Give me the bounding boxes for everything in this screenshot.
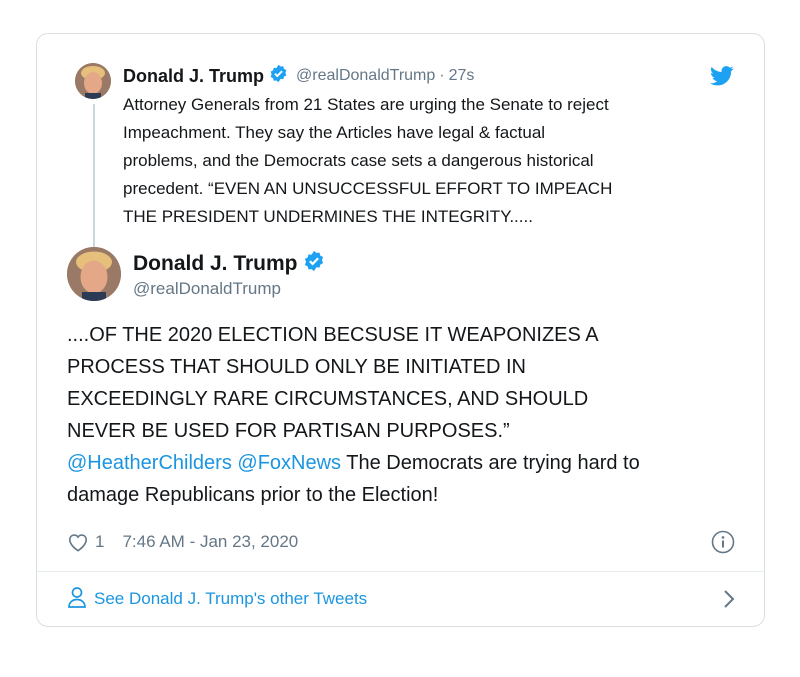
tweet-text-line: damage Republicans prior to the Election… xyxy=(67,484,439,506)
person-icon xyxy=(67,586,94,613)
tweet-text-line: PROCESS THAT SHOULD ONLY BE INITIATED IN xyxy=(67,356,526,378)
embedded-tweet-card: Donald J. Trump @realDonaldTrump · 27s A… xyxy=(36,33,765,627)
quoted-tweet-header: Donald J. Trump @realDonaldTrump · 27s xyxy=(123,64,474,88)
tweet-text-line: NEVER BE USED FOR PARTISAN PURPOSES.” xyxy=(67,420,510,442)
heart-icon[interactable] xyxy=(67,532,89,552)
tweet-text-line: EXCEEDINGLY RARE CIRCUMSTANCES, AND SHOU… xyxy=(67,388,589,410)
author-handle[interactable]: @realDonaldTrump xyxy=(133,279,281,299)
verified-badge-icon xyxy=(269,64,288,88)
thread-connector-line xyxy=(93,104,95,266)
quoted-author-handle[interactable]: @realDonaldTrump xyxy=(296,67,435,85)
chevron-right-icon[interactable] xyxy=(723,589,735,609)
quoted-text-line: precedent. “EVEN AN UNSUCCESSFUL EFFORT … xyxy=(123,179,613,198)
author-avatar[interactable] xyxy=(67,247,121,301)
tweet-meta-row: 1 7:46 AM - Jan 23, 2020 xyxy=(67,530,735,554)
quoted-author-name[interactable]: Donald J. Trump xyxy=(123,66,264,87)
info-icon[interactable] xyxy=(711,530,735,554)
footer-divider xyxy=(37,571,764,572)
quoted-tweet-time[interactable]: 27s xyxy=(449,67,475,85)
tweet-timestamp[interactable]: 7:46 AM - Jan 23, 2020 xyxy=(122,532,298,552)
like-count[interactable]: 1 xyxy=(95,532,104,552)
tweet-text-line: ....OF THE 2020 ELECTION BECSUSE IT WEAP… xyxy=(67,324,599,346)
quoted-avatar[interactable] xyxy=(75,63,111,99)
quoted-text-line: THE PRESIDENT UNDERMINES THE INTEGRITY..… xyxy=(123,207,533,226)
tweet-text: ....OF THE 2020 ELECTION BECSUSE IT WEAP… xyxy=(67,319,757,511)
quoted-tweet-text: Attorney Generals from 21 States are urg… xyxy=(123,91,733,231)
quoted-text-line: problems, and the Democrats case sets a … xyxy=(123,151,594,170)
author-name-row: Donald J. Trump xyxy=(133,250,325,277)
quoted-text-line: Impeachment. They say the Articles have … xyxy=(123,123,546,142)
mention-link[interactable]: @HeatherChilders xyxy=(67,452,232,474)
mention-link[interactable]: @FoxNews xyxy=(237,452,341,474)
twitter-bird-icon[interactable] xyxy=(710,65,734,87)
quoted-text-line: Attorney Generals from 21 States are urg… xyxy=(123,95,609,114)
tweet-text-line: @HeatherChilders @FoxNews The Democrats … xyxy=(67,447,757,479)
author-name[interactable]: Donald J. Trump xyxy=(133,252,298,276)
verified-badge-icon xyxy=(303,250,325,277)
see-other-tweets-label[interactable]: See Donald J. Trump's other Tweets xyxy=(94,589,367,609)
separator-dot: · xyxy=(439,67,445,84)
tweet-text-segment: The Democrats are trying hard to xyxy=(346,452,640,474)
see-other-tweets-link[interactable]: See Donald J. Trump's other Tweets xyxy=(67,586,735,613)
